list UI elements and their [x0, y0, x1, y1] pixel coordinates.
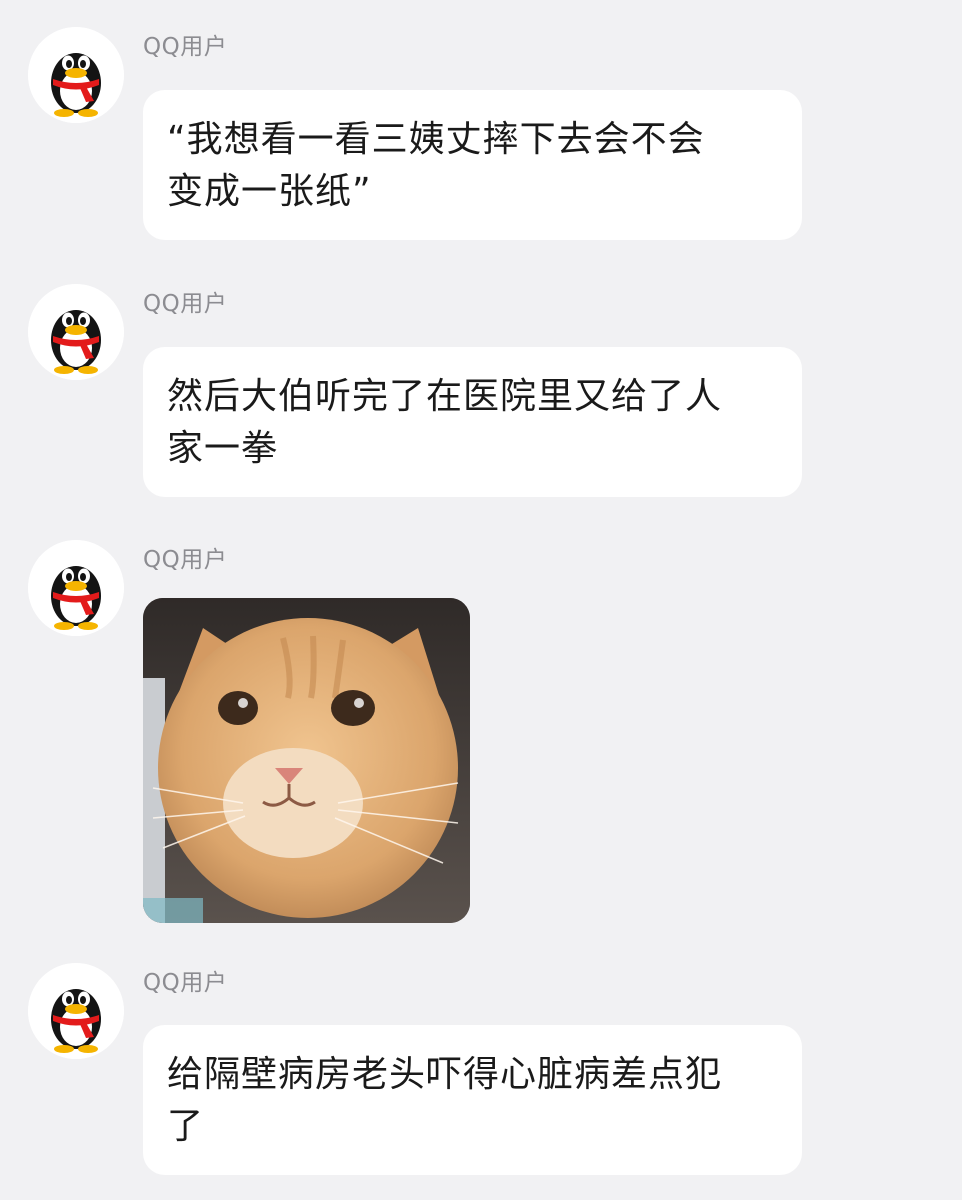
message-bubble[interactable]: 然后大伯听完了在医院里又给了人 家一拳 [143, 347, 802, 497]
qq-penguin-icon[interactable] [28, 963, 124, 1059]
sender-name: QQ用户 [143, 970, 228, 996]
sender-name: QQ用户 [143, 291, 228, 317]
message-bubble[interactable]: “我想看一看三姨丈摔下去会不会 变成一张纸” [143, 90, 802, 240]
qq-penguin-icon[interactable] [28, 540, 124, 636]
cat-image[interactable] [143, 598, 470, 923]
message-bubble[interactable]: 给隔壁病房老头吓得心脏病差点犯 了 [143, 1025, 802, 1175]
sender-name: QQ用户 [143, 547, 228, 573]
cat-photo [143, 598, 470, 923]
sender-name: QQ用户 [143, 34, 228, 60]
qq-penguin-icon[interactable] [28, 27, 124, 123]
qq-penguin-icon[interactable] [28, 284, 124, 380]
